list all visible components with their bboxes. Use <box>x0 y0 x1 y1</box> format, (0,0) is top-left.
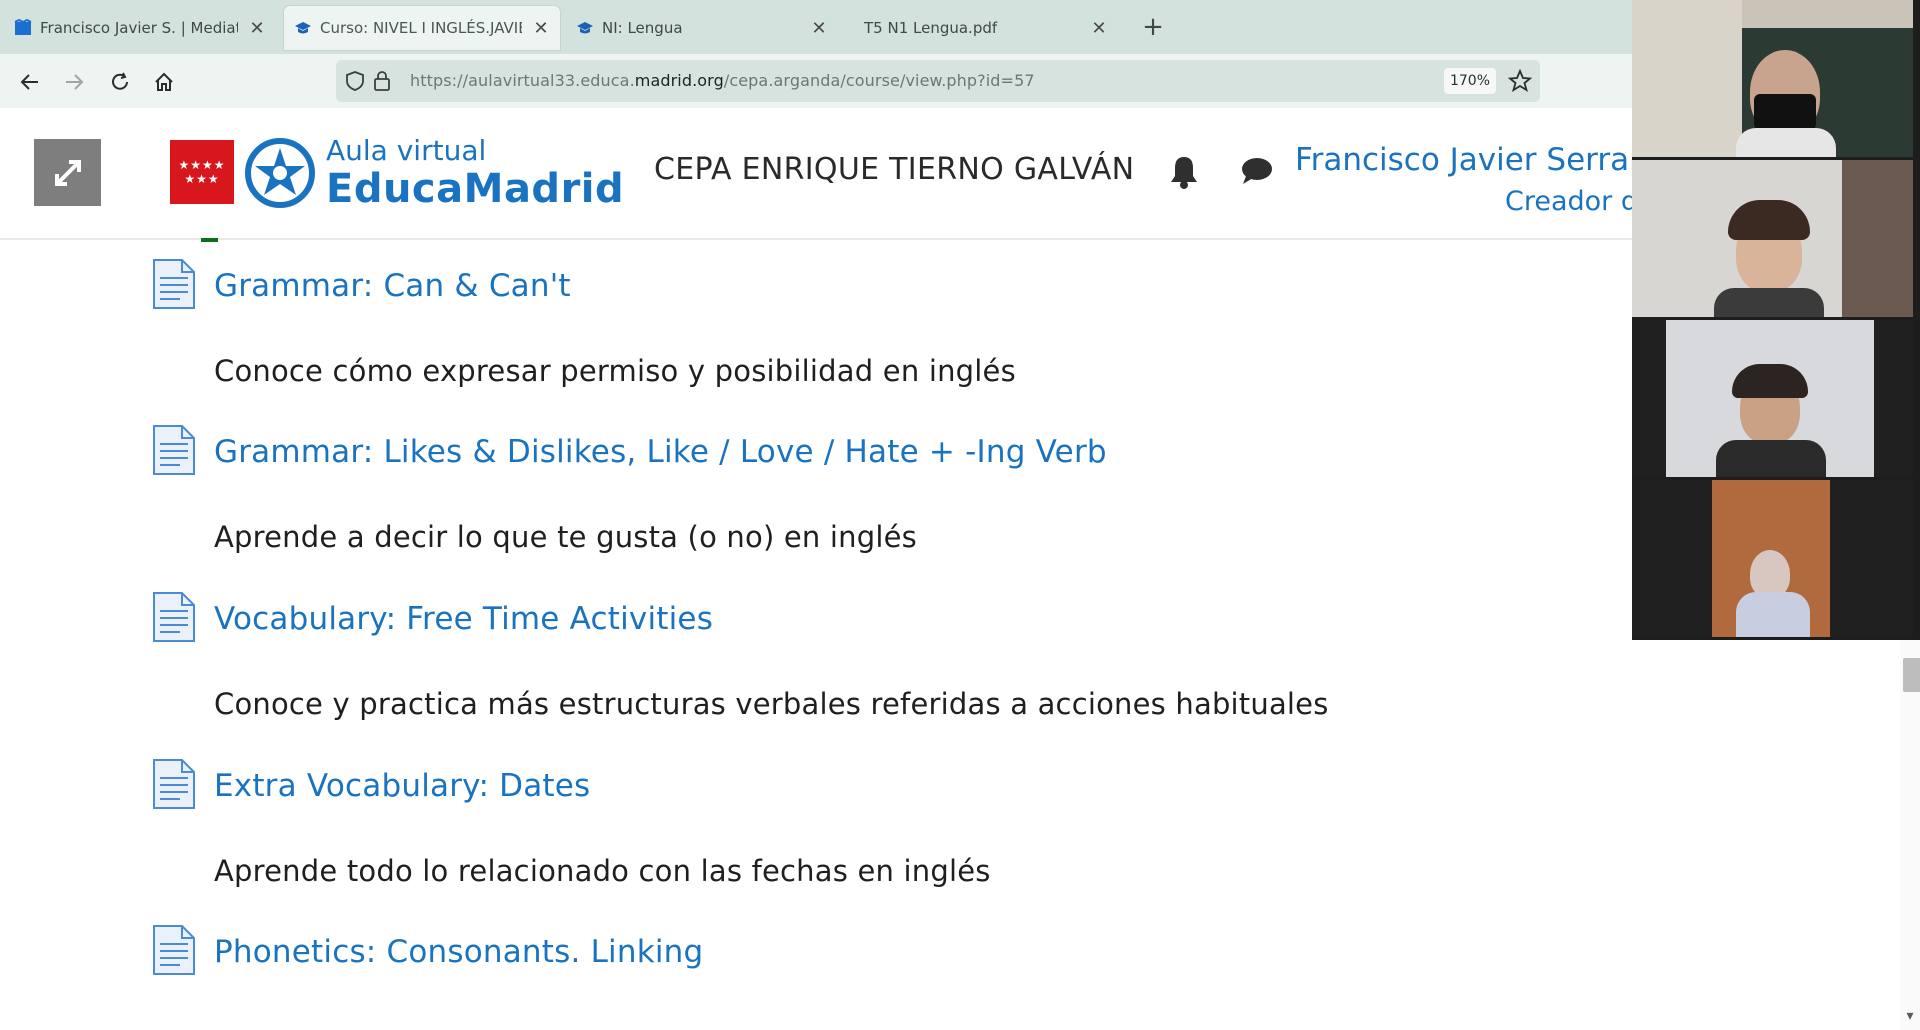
page-document-icon[interactable] <box>152 758 196 810</box>
close-tab-icon[interactable]: ✕ <box>810 18 828 39</box>
mediateca-icon <box>14 19 32 35</box>
scrollbar-thumb[interactable] <box>1903 658 1920 692</box>
graduation-cap-icon <box>295 22 311 34</box>
activity-description: Aprende todo lo relacionado con las fech… <box>214 854 991 888</box>
tab-lengua[interactable]: NI: Lengua ✕ <box>566 6 838 50</box>
close-tab-icon[interactable]: ✕ <box>248 18 266 39</box>
wall <box>1632 0 1742 157</box>
home-button[interactable] <box>148 66 180 98</box>
bell-icon[interactable] <box>1168 154 1200 190</box>
school-name[interactable]: CEPA ENRIQUE TIERNO GALVÁN <box>654 152 1134 187</box>
scroll-down-arrow[interactable]: ▾ <box>1900 1008 1920 1028</box>
activity-link[interactable]: Grammar: Likes & Dislikes, Like / Love /… <box>214 434 1107 470</box>
url-prefix: https://aulavirtual33.educa. <box>410 71 635 90</box>
close-tab-icon[interactable]: ✕ <box>532 18 550 39</box>
logo-aula-virtual: Aula virtual <box>326 134 487 167</box>
tab-title: T5 N1 Lengua.pdf <box>864 19 998 37</box>
video-participant-tile[interactable] <box>1632 160 1913 317</box>
new-tab-button[interactable]: + <box>1138 12 1168 42</box>
expand-button[interactable] <box>34 139 101 206</box>
activity-link[interactable]: Vocabulary: Free Time Activities <box>214 601 713 637</box>
activity-description: Conoce y practica más estructuras verbal… <box>214 687 1329 721</box>
activity-description: Aprende a decir lo que te gusta (o no) e… <box>214 520 917 554</box>
face-mask <box>1754 94 1816 130</box>
video-participant-tile[interactable] <box>1632 320 1913 477</box>
page-document-icon[interactable] <box>152 924 196 976</box>
arrow-left-icon <box>20 74 38 90</box>
participant-hair <box>1728 200 1810 240</box>
participant-shoulders <box>1714 288 1824 317</box>
forward-button[interactable] <box>58 66 90 98</box>
tab-title: Francisco Javier S. | Mediateca <box>40 19 238 37</box>
close-tab-icon[interactable]: ✕ <box>1090 18 1108 39</box>
doorframe <box>1842 160 1913 317</box>
back-button[interactable] <box>14 66 46 98</box>
bookmark-star-icon[interactable] <box>1508 69 1532 93</box>
graduation-cap-icon <box>577 22 593 34</box>
tab-pdf[interactable]: T5 N1 Lengua.pdf ✕ <box>846 6 1118 50</box>
page-scrollbar[interactable] <box>1900 640 1920 1030</box>
tab-title: NI: Lengua <box>602 19 683 37</box>
reload-icon <box>112 72 128 90</box>
activity-link[interactable]: Extra Vocabulary: Dates <box>214 768 590 804</box>
url-domain: madrid.org <box>634 71 724 90</box>
reload-button[interactable] <box>104 66 136 98</box>
address-bar[interactable]: https://aulavirtual33.educa.madrid.org/c… <box>336 60 1540 102</box>
flag-stars: ★★★★ ★★★ <box>178 158 226 186</box>
url-text[interactable]: https://aulavirtual33.educa.madrid.org/c… <box>410 71 1035 90</box>
activity-link[interactable]: Grammar: Can & Can't <box>214 268 571 304</box>
participant-hair <box>1732 364 1808 398</box>
site-header: ★★★★ ★★★ Aula virtual EducaMadrid CEPA EN… <box>0 108 1666 242</box>
user-role: Creador d <box>1505 186 1638 217</box>
logo-educamadrid: EducaMadrid <box>326 166 625 212</box>
tab-title: Curso: NIVEL I INGLÉS.JAVIER <box>320 19 522 37</box>
tab-curso-ingles[interactable]: Curso: NIVEL I INGLÉS.JAVIER ✕ <box>284 6 560 50</box>
expand-arrows-icon <box>54 159 81 186</box>
home-icon <box>155 72 173 91</box>
course-content: Grammar: Can & Can't Conoce cómo expresa… <box>0 242 1632 1030</box>
participant-face <box>1750 550 1790 598</box>
video-participant-tile[interactable] <box>1632 480 1913 637</box>
tab-mediateca[interactable]: Francisco Javier S. | Mediateca ✕ <box>4 6 276 50</box>
arrow-right-icon <box>66 74 84 90</box>
url-path: /cepa.arganda/course/view.php?id=57 <box>723 71 1035 90</box>
participant-shoulders <box>1736 592 1810 637</box>
chat-bubble-icon[interactable] <box>1240 156 1274 186</box>
user-name[interactable]: Francisco Javier Serranc <box>1295 142 1666 178</box>
educamadrid-star-logo <box>245 138 315 208</box>
page-document-icon[interactable] <box>152 258 196 310</box>
participant-shoulders <box>1716 440 1826 477</box>
page-document-icon[interactable] <box>152 591 196 643</box>
activity-link[interactable]: Phonetics: Consonants. Linking <box>214 934 703 970</box>
lock-icon[interactable] <box>372 69 392 93</box>
activity-description: Conoce cómo expresar permiso y posibilid… <box>214 354 1016 388</box>
participant-shoulders <box>1736 128 1836 157</box>
zoom-level-button[interactable]: 170% <box>1444 68 1496 94</box>
shield-icon[interactable] <box>344 70 366 92</box>
video-participant-tile[interactable] <box>1632 0 1913 157</box>
comunidad-madrid-flag-logo: ★★★★ ★★★ <box>170 140 234 204</box>
page-document-icon[interactable] <box>152 424 196 476</box>
